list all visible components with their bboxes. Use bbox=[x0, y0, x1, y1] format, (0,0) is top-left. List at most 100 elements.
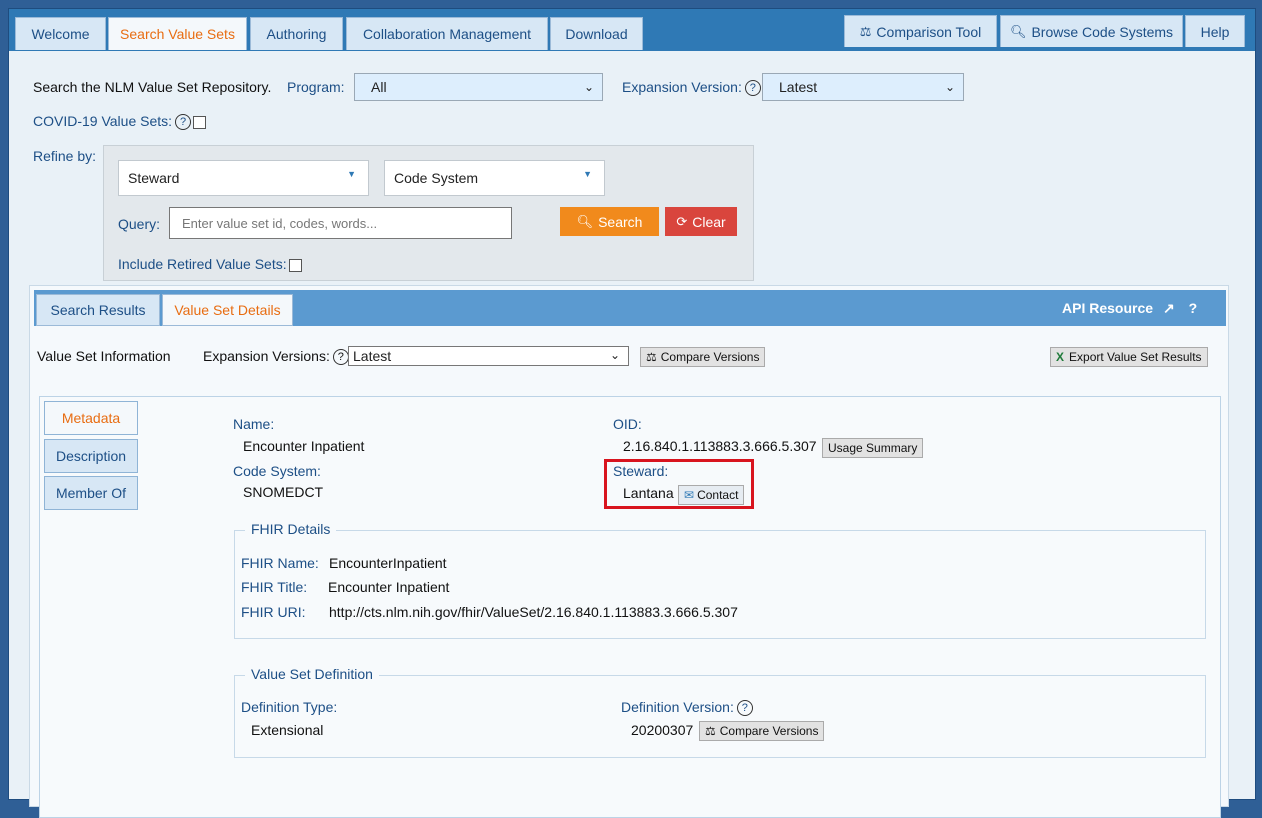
value-set-detail-area: Metadata Description Member Of Name: Enc… bbox=[39, 396, 1221, 818]
tab-search-results[interactable]: Search Results bbox=[36, 294, 160, 326]
export-value-set-results-button[interactable]: X Export Value Set Results bbox=[1050, 347, 1208, 367]
side-tab-description[interactable]: Description bbox=[44, 439, 138, 473]
name-label: Name: bbox=[233, 416, 275, 432]
retired-text: Include Retired Value Sets: bbox=[118, 256, 287, 272]
code-system-value: SNOMEDCT bbox=[243, 484, 324, 500]
side-tab-member-of[interactable]: Member Of bbox=[44, 476, 138, 510]
fhir-name-value: EncounterInpatient bbox=[329, 555, 447, 571]
chevron-down-icon: ⌄ bbox=[583, 80, 594, 94]
app-frame: Welcome Search Value Sets Authoring Coll… bbox=[8, 8, 1256, 818]
fhir-title-value: Encounter Inpatient bbox=[328, 579, 450, 595]
name-value: Encounter Inpatient bbox=[243, 438, 365, 454]
scale-icon: ⚖ bbox=[646, 350, 657, 364]
refine-panel: Steward ▼ Code System ▼ Query: Enter val… bbox=[103, 145, 754, 281]
search-button-label: Search bbox=[598, 213, 643, 230]
fhir-uri-value[interactable]: http://cts.nlm.nih.gov/fhir/ValueSet/2.1… bbox=[329, 604, 738, 620]
value-set-information-label: Value Set Information bbox=[37, 348, 171, 364]
query-input[interactable]: Enter value set id, codes, words... bbox=[169, 207, 512, 239]
contact-label: Contact bbox=[697, 488, 739, 502]
covid-text: COVID-19 Value Sets: bbox=[33, 113, 173, 129]
definition-compare-versions-button[interactable]: ⚖ Compare Versions bbox=[699, 721, 825, 741]
tab-value-set-details[interactable]: Value Set Details bbox=[162, 294, 293, 326]
definition-compare-versions-label: Compare Versions bbox=[719, 724, 819, 738]
definition-type-value: Extensional bbox=[251, 722, 324, 738]
steward-dropdown[interactable]: Steward ▼ bbox=[118, 160, 369, 196]
retired-label: Include Retired Value Sets: bbox=[118, 256, 302, 272]
covid-label: COVID-19 Value Sets:? bbox=[33, 113, 207, 131]
comparison-tool-button[interactable]: ⚖ Comparison Tool bbox=[844, 15, 997, 47]
api-resource-text: API Resource bbox=[1062, 300, 1154, 316]
refresh-icon: ⟳ bbox=[676, 213, 688, 229]
help-icon[interactable]: ? bbox=[744, 80, 761, 97]
steward-dropdown-label: Steward bbox=[128, 170, 180, 186]
code-system-dropdown[interactable]: Code System ▼ bbox=[384, 160, 605, 196]
browse-code-systems-button[interactable]: 🔍︎ Browse Code Systems bbox=[1000, 15, 1183, 47]
value-set-definition-legend: Value Set Definition bbox=[245, 666, 379, 682]
clear-button-label: Clear bbox=[692, 213, 726, 230]
expansion-versions-text: Expansion Versions: bbox=[203, 348, 330, 364]
steward-label: Steward: bbox=[613, 463, 669, 479]
query-label: Query: bbox=[118, 216, 161, 232]
oid-value: 2.16.840.1.113883.3.666.5.307 bbox=[623, 438, 817, 454]
value-set-definition-fieldset: Value Set Definition Definition Type: Ex… bbox=[234, 666, 1206, 758]
fhir-name-label: FHIR Name: bbox=[241, 555, 319, 571]
expansion-version-select[interactable]: Latest ⌄ bbox=[762, 73, 964, 101]
tab-collaboration-management[interactable]: Collaboration Management bbox=[346, 17, 548, 50]
compare-versions-button[interactable]: ⚖ Compare Versions bbox=[640, 347, 766, 367]
export-label: Export Value Set Results bbox=[1069, 350, 1202, 364]
results-panel: Search Results Value Set Details API Res… bbox=[29, 285, 1229, 818]
usage-summary-button[interactable]: Usage Summary bbox=[822, 438, 924, 458]
search-icon: 🔍︎ bbox=[576, 213, 594, 229]
fhir-title-label: FHIR Title: bbox=[241, 579, 308, 595]
envelope-icon: ✉ bbox=[684, 488, 695, 502]
fhir-details-fieldset: FHIR Details FHIR Name: EncounterInpatie… bbox=[234, 521, 1206, 639]
program-select[interactable]: All ⌄ bbox=[354, 73, 603, 101]
program-label: Program: bbox=[287, 79, 345, 95]
caret-down-icon: ▼ bbox=[347, 169, 356, 179]
expansion-versions-label: Expansion Versions:? bbox=[203, 348, 349, 366]
search-button[interactable]: 🔍︎ Search bbox=[560, 207, 659, 236]
oid-label: OID: bbox=[613, 416, 642, 432]
chevron-down-icon: ⌄ bbox=[609, 348, 620, 362]
refine-label: Refine by: bbox=[33, 148, 97, 164]
help-button[interactable]: Help bbox=[1185, 15, 1245, 47]
tab-welcome[interactable]: Welcome bbox=[15, 17, 106, 50]
api-resource-link[interactable]: API Resource ↗ ? bbox=[1062, 300, 1197, 317]
tab-download[interactable]: Download bbox=[550, 17, 643, 50]
steward-value: Lantana bbox=[623, 485, 674, 501]
side-tab-metadata[interactable]: Metadata bbox=[44, 401, 138, 435]
covid-checkbox[interactable] bbox=[193, 115, 207, 129]
contact-button[interactable]: ✉ Contact bbox=[678, 485, 745, 505]
external-link-icon: ↗ bbox=[1162, 300, 1175, 316]
fhir-details-legend: FHIR Details bbox=[245, 521, 337, 537]
retired-checkbox[interactable] bbox=[288, 258, 302, 272]
definition-version-text: Definition Version: bbox=[621, 699, 734, 715]
help-icon[interactable]: ? bbox=[332, 349, 349, 366]
caret-down-icon: ▼ bbox=[583, 169, 592, 179]
compare-versions-label: Compare Versions bbox=[660, 350, 760, 364]
clear-button[interactable]: ⟳ Clear bbox=[665, 207, 737, 236]
comparison-tool-label: Comparison Tool bbox=[876, 23, 982, 40]
browse-code-systems-label: Browse Code Systems bbox=[1031, 23, 1174, 40]
help-icon[interactable]: ? bbox=[175, 114, 192, 131]
tab-search-value-sets[interactable]: Search Value Sets bbox=[108, 17, 247, 50]
definition-version-value: 20200307 bbox=[631, 722, 694, 738]
search-intro: Search the NLM Value Set Repository. bbox=[33, 79, 272, 95]
results-tabbar: Search Results Value Set Details API Res… bbox=[34, 290, 1226, 326]
program-select-value: All bbox=[371, 79, 387, 95]
help-icon[interactable]: ? bbox=[736, 700, 753, 717]
search-icon: 🔍︎ bbox=[1009, 23, 1027, 39]
expansion-version-text: Expansion Version: bbox=[622, 79, 742, 95]
tab-authoring[interactable]: Authoring bbox=[250, 17, 343, 50]
code-system-dropdown-label: Code System bbox=[394, 170, 479, 186]
expansion-versions-select[interactable]: Latest ⌄ bbox=[348, 346, 629, 366]
scale-icon: ⚖ bbox=[859, 23, 872, 39]
help-icon[interactable]: ? bbox=[1189, 300, 1198, 316]
definition-version-label: Definition Version:? bbox=[621, 699, 753, 717]
code-system-label: Code System: bbox=[233, 463, 321, 479]
chevron-down-icon: ⌄ bbox=[944, 80, 955, 94]
top-nav: Welcome Search Value Sets Authoring Coll… bbox=[9, 9, 1255, 51]
fhir-uri-label: FHIR URI: bbox=[241, 604, 306, 620]
excel-icon: X bbox=[1056, 350, 1065, 364]
definition-type-label: Definition Type: bbox=[241, 699, 338, 715]
